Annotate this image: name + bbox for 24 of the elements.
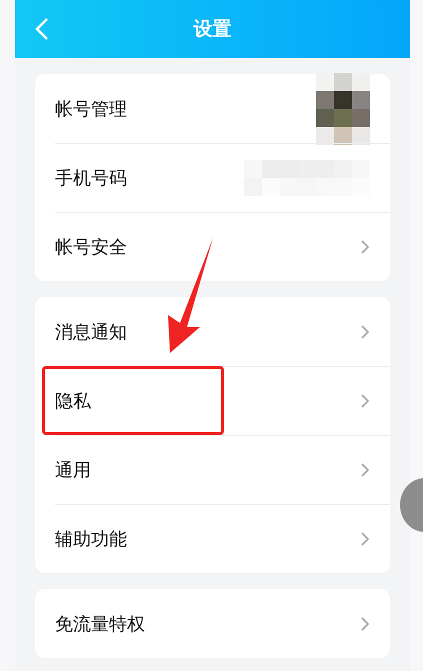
settings-row[interactable]: 手机号码 [35, 143, 390, 212]
row-label: 隐私 [55, 390, 92, 412]
chevron-right-icon [360, 462, 370, 478]
row-label: 帐号管理 [55, 98, 128, 120]
settings-row[interactable]: 消息通知 [35, 297, 390, 366]
page-title: 设置 [194, 17, 232, 42]
row-label: 帐号安全 [55, 236, 128, 258]
settings-row[interactable]: 通用 [35, 435, 390, 504]
settings-row[interactable]: 辅助功能 [35, 504, 390, 573]
settings-row[interactable]: 帐号管理 [35, 74, 390, 143]
chevron-right-icon [360, 392, 370, 408]
row-label: 消息通知 [55, 320, 128, 344]
settings-row[interactable]: 帐号安全 [35, 212, 390, 281]
row-label: 免流量特权 [55, 612, 146, 636]
chevron-right-icon [360, 324, 370, 340]
settings-row[interactable]: 隐私 [35, 366, 390, 435]
row-label: 辅助功能 [55, 528, 128, 550]
chevron-right-icon [360, 616, 370, 632]
back-icon[interactable] [35, 17, 49, 41]
row-label: 手机号码 [55, 166, 128, 190]
row-label: 通用 [55, 458, 92, 482]
chevron-right-icon [360, 530, 370, 546]
settings-row[interactable]: 免流量特权 [35, 589, 390, 658]
chevron-right-icon [360, 238, 370, 254]
